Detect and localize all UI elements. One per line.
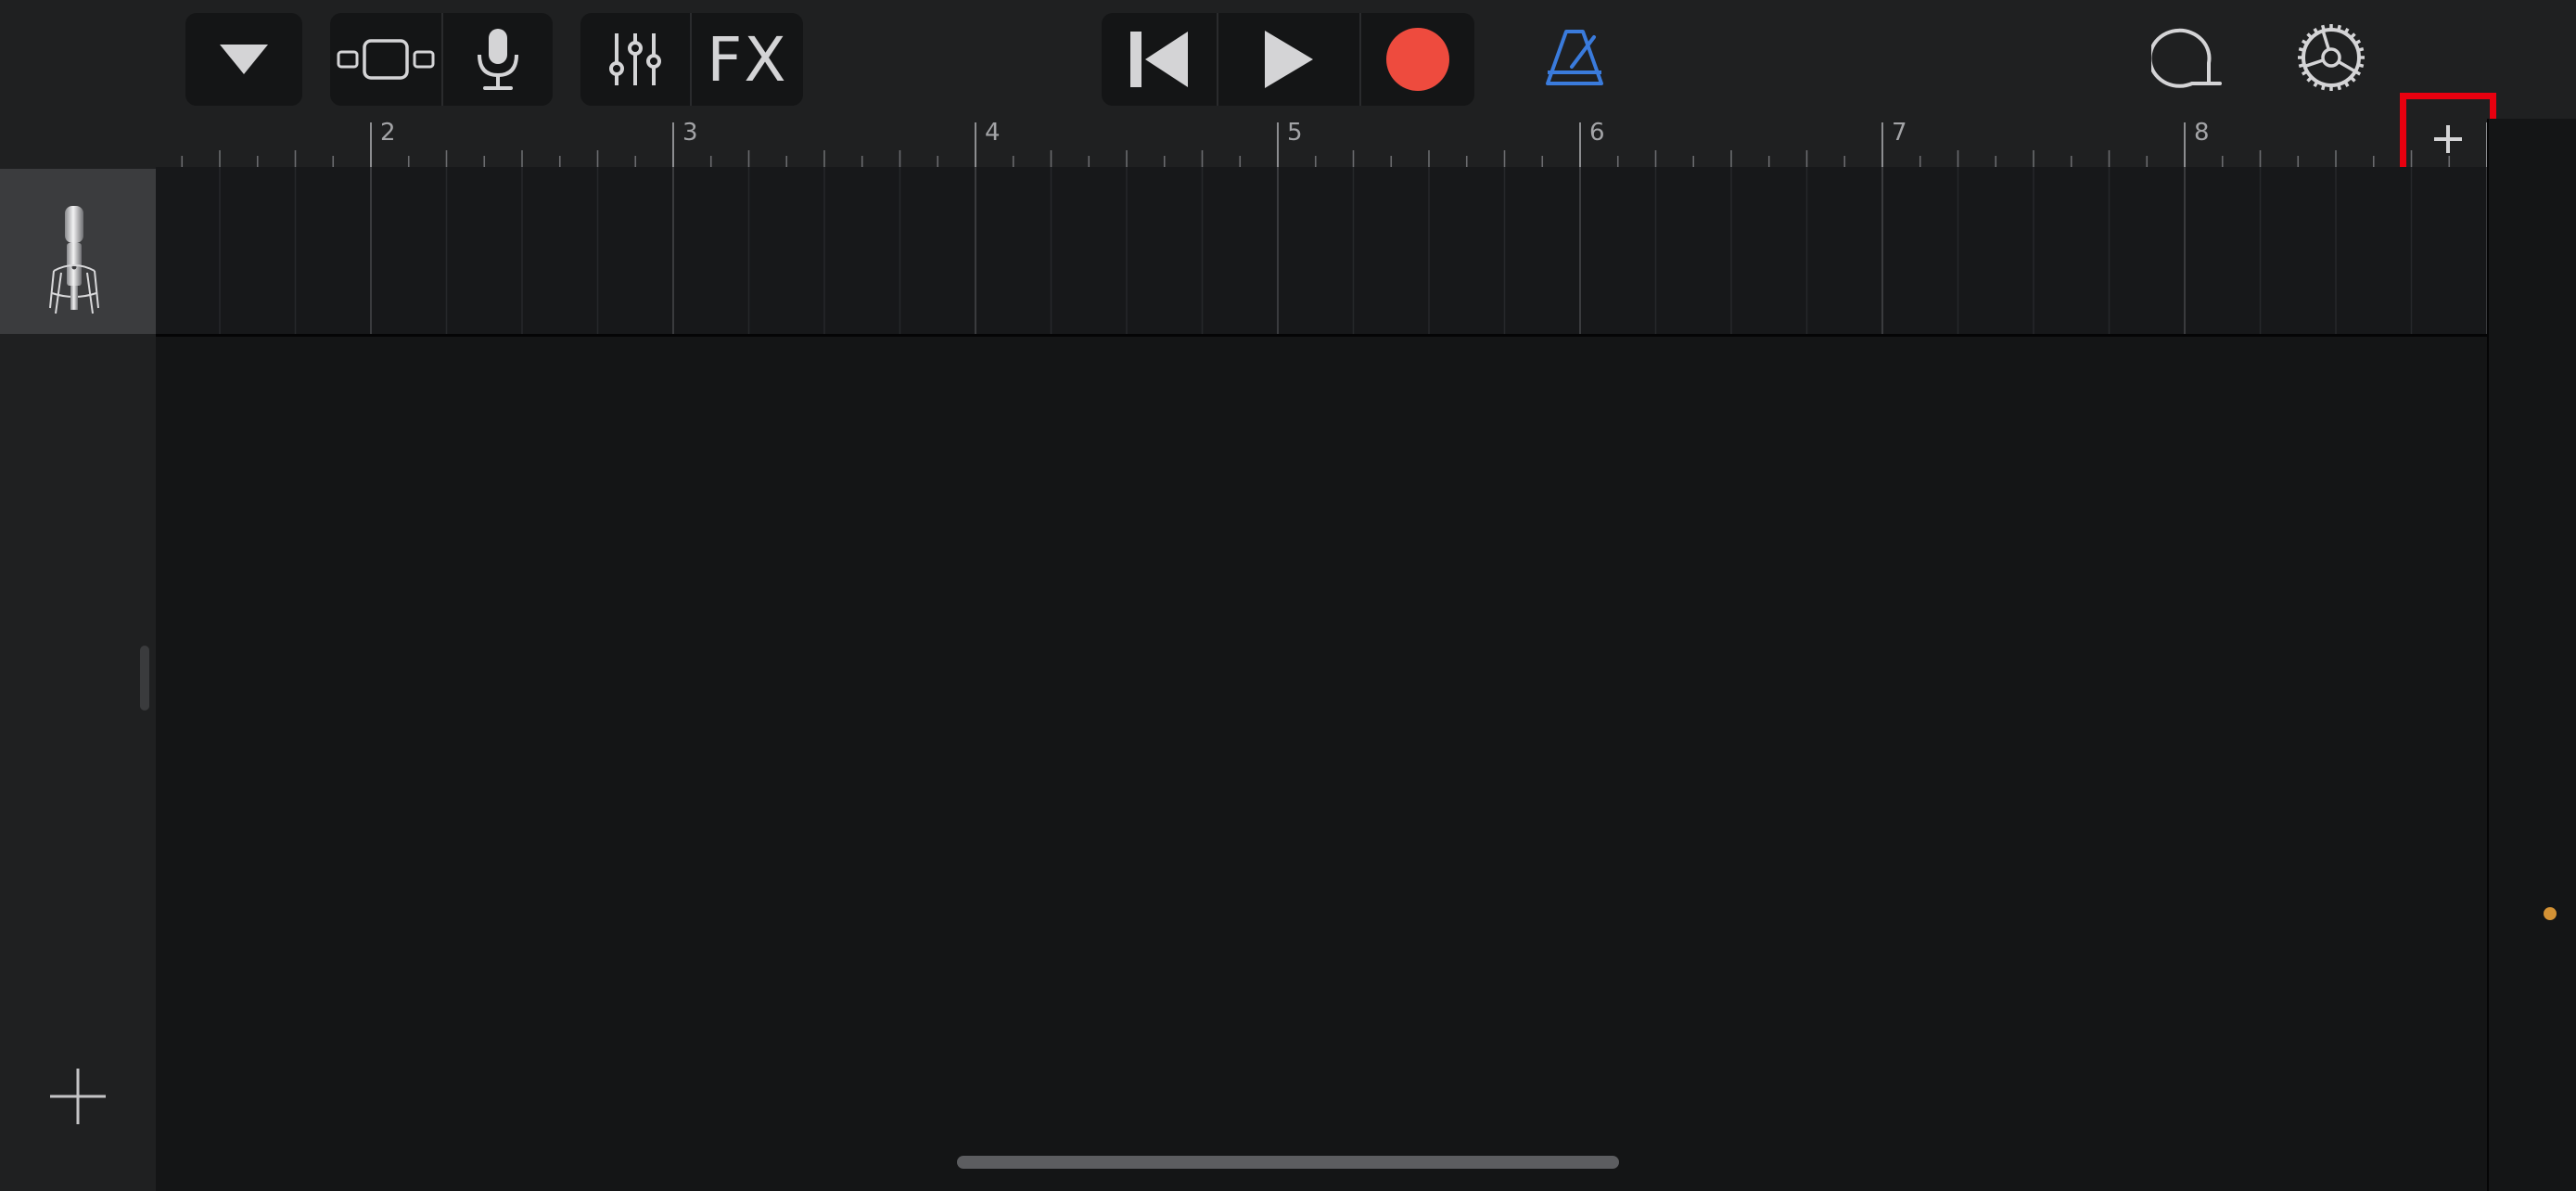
bar-number-label: 6 xyxy=(1589,119,1605,147)
tracks-view-icon xyxy=(337,37,435,82)
bar-number-label: 2 xyxy=(380,119,396,147)
bar-number-label: 7 xyxy=(1892,119,1907,147)
go-to-start-button[interactable] xyxy=(1102,13,1217,106)
browser-group xyxy=(185,13,302,106)
mixer-button[interactable] xyxy=(580,13,690,106)
fx-button[interactable]: FX xyxy=(690,13,803,106)
track-lane[interactable] xyxy=(156,167,2487,337)
track-header-audio-recorder[interactable] xyxy=(0,169,156,334)
metronome-icon xyxy=(1544,28,1605,91)
bar-number-label: 3 xyxy=(682,119,698,147)
play-button[interactable] xyxy=(1217,13,1359,106)
microphone-button[interactable] xyxy=(441,13,553,106)
microphone-icon xyxy=(474,27,522,92)
bar-number-label: 8 xyxy=(2194,119,2210,147)
right-edge-panel xyxy=(2487,119,2576,1191)
transport-group xyxy=(1102,13,1474,106)
bar-number-label: 4 xyxy=(985,119,1001,147)
timeline-ruler[interactable]: 2 3 4 5 6 7 8 xyxy=(156,119,2487,167)
playhead-indicator xyxy=(2544,907,2557,920)
gear-icon xyxy=(2296,22,2366,96)
loop-icon xyxy=(2148,24,2222,95)
bar-number-label: 5 xyxy=(1287,119,1303,147)
skip-back-icon xyxy=(1129,30,1190,89)
plus-icon xyxy=(2432,123,2464,159)
mixer-fx-group: FX xyxy=(580,13,803,106)
loop-browser-button[interactable] xyxy=(2148,24,2224,95)
track-header-resize-handle[interactable] xyxy=(140,646,149,711)
home-indicator[interactable] xyxy=(957,1156,1619,1169)
plus-icon xyxy=(48,1069,108,1130)
view-mic-group xyxy=(330,13,553,106)
sliders-icon xyxy=(606,30,665,89)
settings-button[interactable] xyxy=(2294,22,2368,96)
empty-track-area[interactable] xyxy=(156,337,2487,1191)
condenser-microphone-icon xyxy=(48,204,100,319)
play-icon xyxy=(1263,29,1315,90)
fx-label: FX xyxy=(707,23,788,96)
record-icon xyxy=(1385,27,1450,92)
record-button[interactable] xyxy=(1359,13,1474,106)
tracks-view-button[interactable] xyxy=(330,13,441,106)
track-headers xyxy=(0,119,156,1191)
garageband-tracks-view: FX 2 3 4 5 6 7 8 xyxy=(0,0,2576,1191)
add-track-button[interactable] xyxy=(48,1067,108,1126)
triangle-down-icon xyxy=(218,41,270,78)
control-bar: FX xyxy=(0,0,2576,119)
browser-button[interactable] xyxy=(185,13,302,106)
metronome-button[interactable] xyxy=(1539,26,1610,93)
